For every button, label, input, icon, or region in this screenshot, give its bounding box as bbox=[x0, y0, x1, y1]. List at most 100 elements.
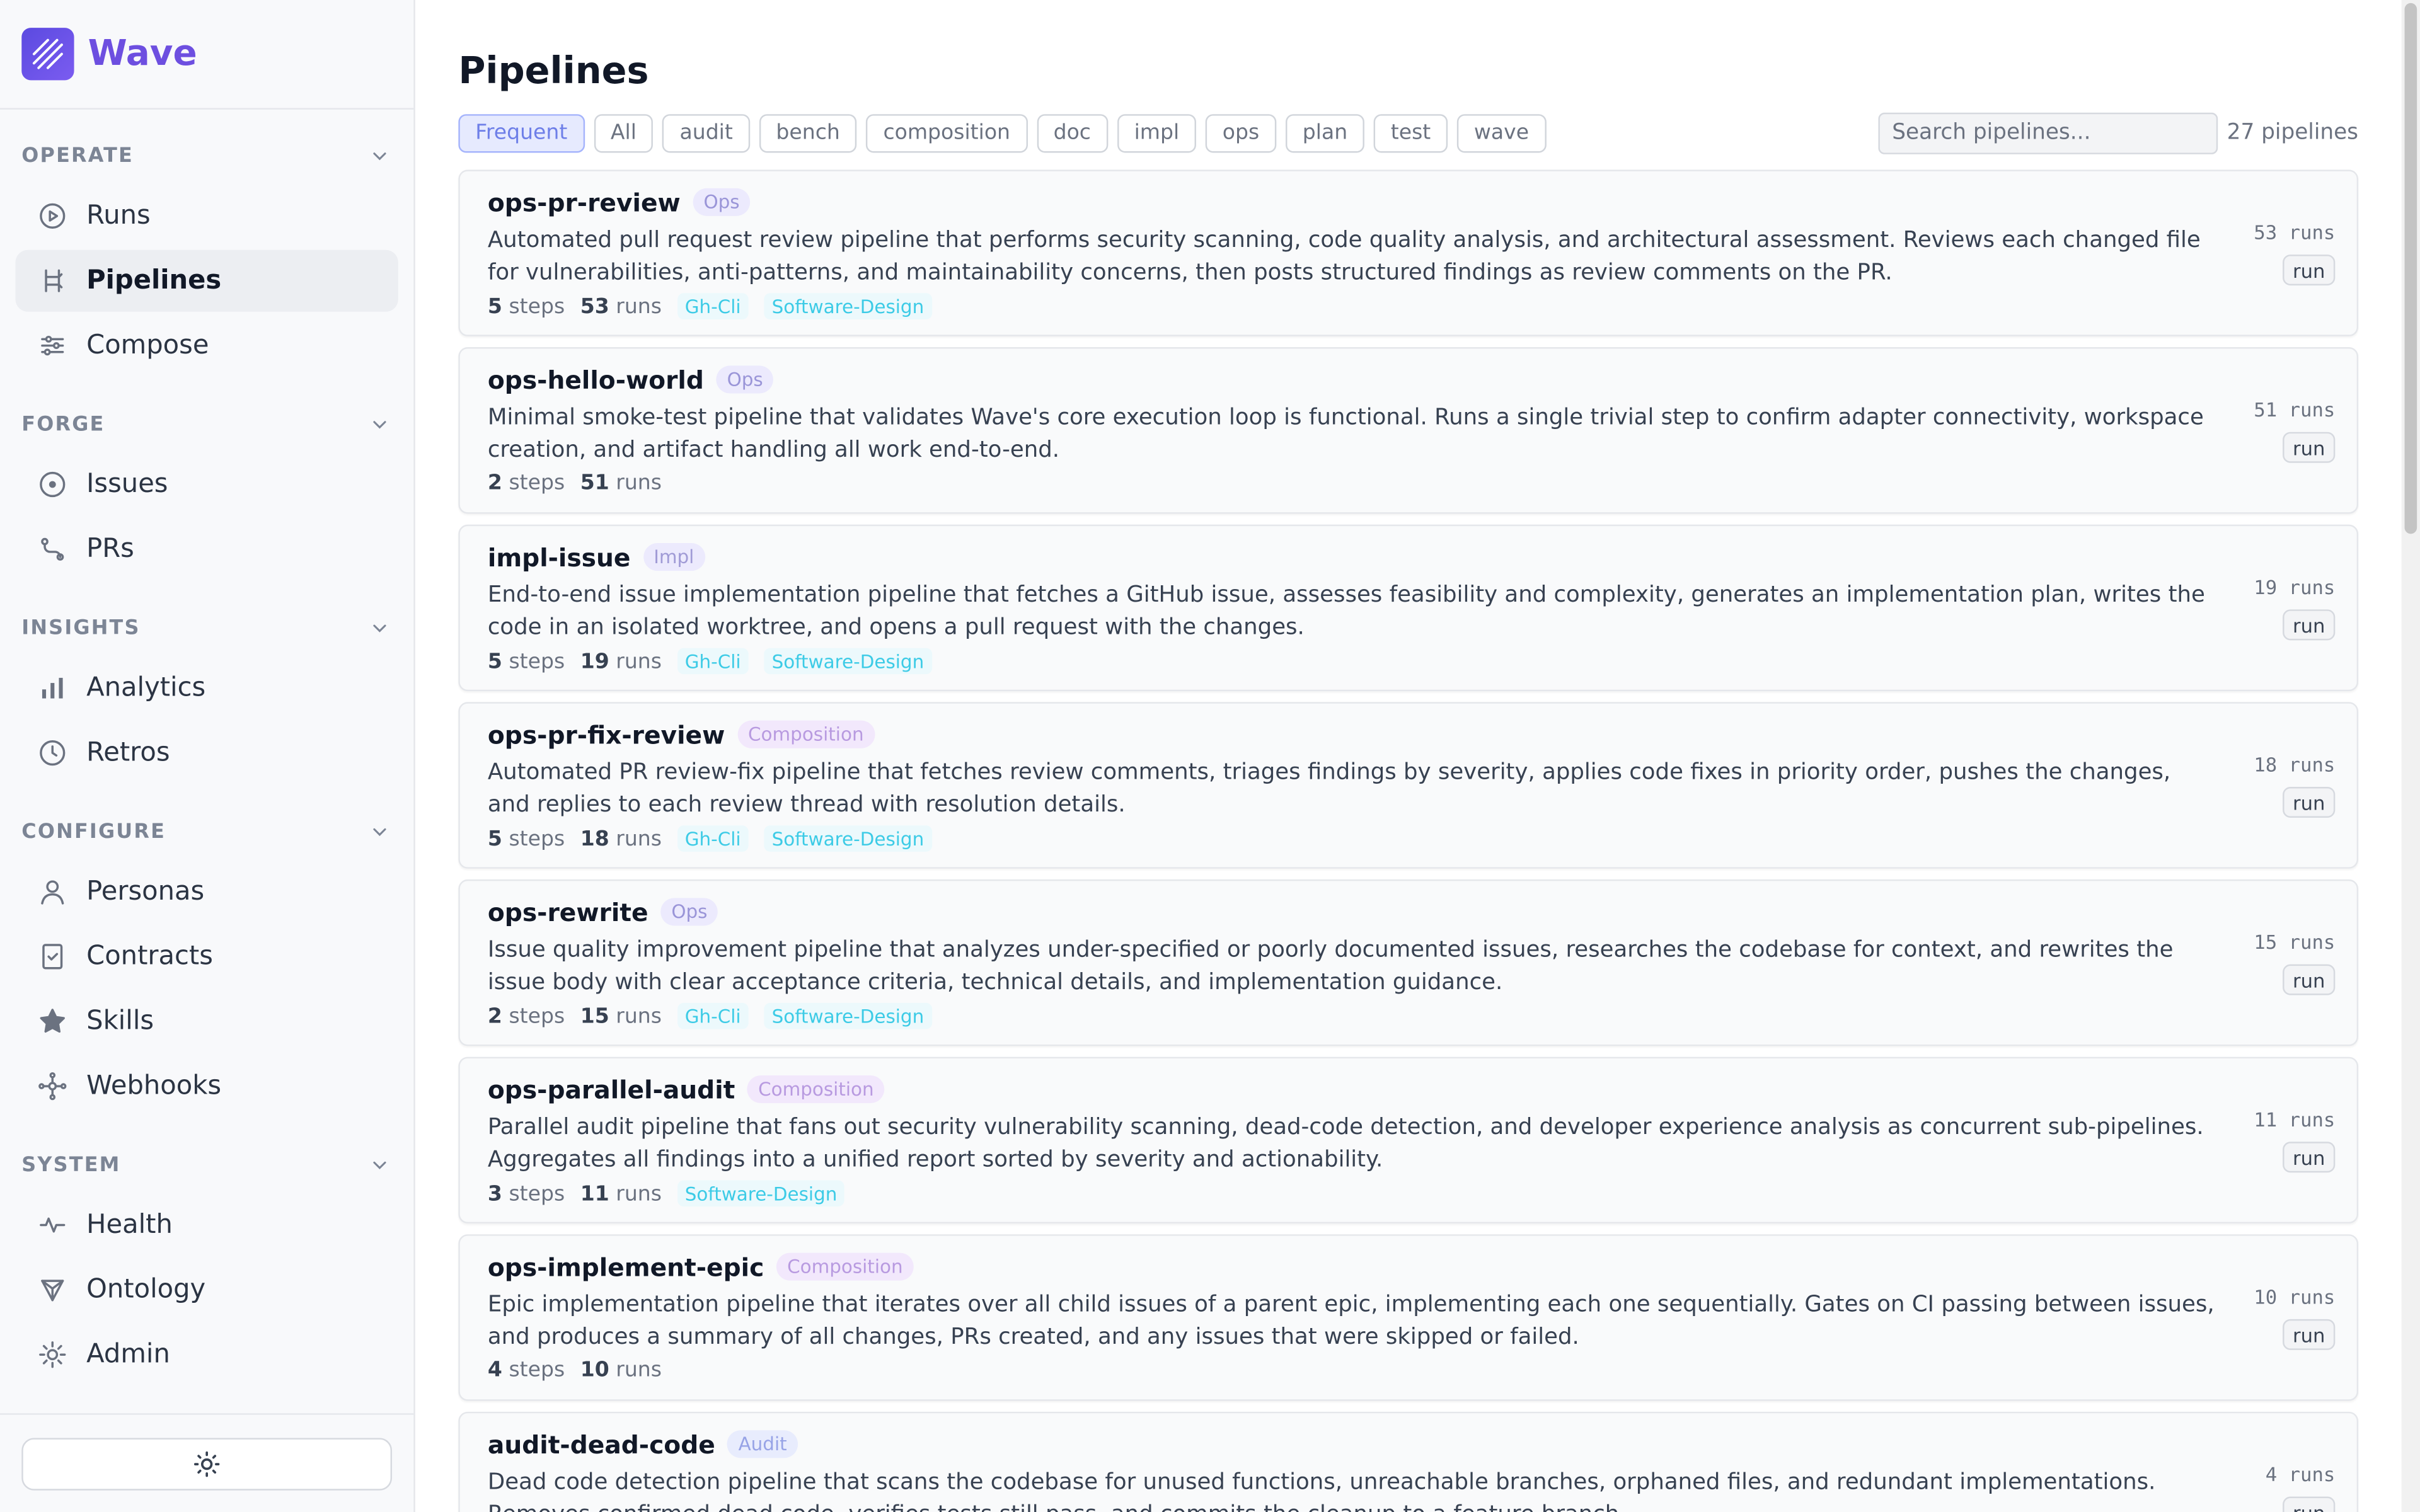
sidebar-item-issues[interactable]: Issues bbox=[15, 454, 398, 515]
filter-chip-doc[interactable]: doc bbox=[1036, 113, 1108, 152]
sidebar-item-health[interactable]: Health bbox=[15, 1194, 398, 1256]
pipeline-name[interactable]: ops-implement-epic bbox=[488, 1252, 764, 1281]
runs-total: 15 runs bbox=[580, 1004, 662, 1029]
run-button[interactable]: run bbox=[2283, 609, 2336, 641]
filter-chip-all[interactable]: All bbox=[593, 113, 654, 152]
steps-count: 5 steps bbox=[487, 826, 565, 851]
search-input[interactable] bbox=[1878, 112, 2218, 154]
page-title: Pipelines bbox=[458, 49, 649, 93]
filter-chip-wave[interactable]: wave bbox=[1456, 113, 1547, 152]
pipeline-description: Dead code detection pipeline that scans … bbox=[487, 1470, 2156, 1512]
filter-chip-composition[interactable]: composition bbox=[866, 113, 1027, 152]
section-title: INSIGHTS bbox=[21, 616, 141, 640]
pipeline-card[interactable]: ops-implement-epic Composition Epic impl… bbox=[458, 1234, 2359, 1401]
skill-tag: Gh-Cli bbox=[677, 648, 749, 675]
sidebar-item-personas[interactable]: Personas bbox=[15, 861, 398, 923]
skill-tag: Software-Design bbox=[764, 825, 932, 852]
user-icon bbox=[37, 876, 68, 907]
section-title: FORGE bbox=[21, 413, 105, 436]
pipeline-meta: 3 steps 11 runs Software-Design bbox=[488, 1180, 2218, 1207]
ontology-icon bbox=[37, 1274, 68, 1305]
sliders-icon bbox=[37, 330, 68, 361]
section-header-system[interactable]: SYSTEM bbox=[15, 1150, 398, 1181]
pipeline-name[interactable]: audit-dead-code bbox=[488, 1429, 715, 1459]
category-badge: Audit bbox=[727, 1430, 798, 1458]
scrollbar-thumb[interactable] bbox=[2404, 3, 2417, 534]
pipeline-meta: 2 steps 15 runs Gh-Cli Software-Design bbox=[488, 1002, 2218, 1029]
steps-count: 5 steps bbox=[487, 294, 565, 319]
pipeline-card[interactable]: audit-dead-code Audit Dead code detectio… bbox=[458, 1411, 2359, 1512]
sidebar-item-prs[interactable]: PRs bbox=[15, 518, 398, 580]
section-header-configure[interactable]: CONFIGURE bbox=[15, 816, 398, 847]
pipeline-name[interactable]: ops-pr-fix-review bbox=[488, 719, 725, 749]
category-badge: Ops bbox=[693, 188, 751, 216]
pipeline-description: Epic implementation pipeline that iterat… bbox=[487, 1293, 2215, 1350]
chevron-down-icon bbox=[373, 421, 386, 429]
run-button[interactable]: run bbox=[2283, 786, 2336, 818]
pipeline-card[interactable]: ops-pr-fix-review Composition Automated … bbox=[458, 702, 2359, 869]
toolbar: Frequent All audit bench composition doc impl o… bbox=[458, 112, 2358, 154]
run-button[interactable]: run bbox=[2283, 1319, 2336, 1350]
skill-tag: Gh-Cli bbox=[677, 825, 749, 852]
pipeline-name[interactable]: ops-parallel-audit bbox=[488, 1075, 735, 1104]
sidebar-item-label: Admin bbox=[86, 1339, 170, 1370]
filter-chip-test[interactable]: test bbox=[1373, 113, 1448, 152]
sidebar-item-compose[interactable]: Compose bbox=[15, 315, 398, 377]
theme-toggle-button[interactable] bbox=[21, 1437, 393, 1490]
filter-chip-impl[interactable]: impl bbox=[1117, 113, 1197, 152]
sidebar-item-admin[interactable]: Admin bbox=[15, 1324, 398, 1385]
bar-chart-icon bbox=[37, 673, 68, 704]
run-button[interactable]: run bbox=[2283, 432, 2336, 463]
sidebar-item-label: Contracts bbox=[86, 941, 213, 972]
pipeline-meta: 2 steps 51 runs bbox=[488, 471, 2218, 495]
sidebar-item-label: Skills bbox=[86, 1005, 154, 1037]
pipeline-description: Parallel audit pipeline that fans out se… bbox=[487, 1115, 2204, 1173]
sidebar-item-analytics[interactable]: Analytics bbox=[15, 657, 398, 719]
pipeline-meta: 5 steps 18 runs Gh-Cli Software-Design bbox=[488, 825, 2218, 852]
page-scrollbar[interactable] bbox=[2401, 0, 2420, 1512]
filter-chip-bench[interactable]: bench bbox=[759, 113, 857, 152]
sidebar-item-retros[interactable]: Retros bbox=[15, 722, 398, 784]
pipeline-name[interactable]: impl-issue bbox=[488, 542, 631, 572]
pipeline-card[interactable]: impl-issue Impl End-to-end issue impleme… bbox=[458, 524, 2359, 692]
skill-tag: Software-Design bbox=[764, 648, 932, 675]
filter-chip-ops[interactable]: ops bbox=[1205, 113, 1277, 152]
run-button[interactable]: run bbox=[2283, 255, 2336, 286]
pipeline-card[interactable]: ops-parallel-audit Composition Parallel … bbox=[458, 1057, 2359, 1224]
run-button[interactable]: run bbox=[2283, 964, 2336, 995]
section-title: CONFIGURE bbox=[21, 820, 166, 844]
runs-count: 19 runs bbox=[2254, 575, 2336, 599]
pipeline-description: Minimal smoke-test pipeline that validat… bbox=[487, 406, 2204, 463]
sidebar-item-label: Health bbox=[86, 1210, 173, 1240]
brand[interactable]: Wave bbox=[0, 0, 414, 110]
run-button[interactable]: run bbox=[2283, 1142, 2336, 1173]
steps-count: 2 steps bbox=[487, 470, 565, 496]
sidebar-item-label: Issues bbox=[86, 469, 168, 500]
sidebar-item-ontology[interactable]: Ontology bbox=[15, 1259, 398, 1320]
sidebar-item-runs[interactable]: Runs bbox=[15, 185, 398, 247]
sidebar-item-label: Personas bbox=[86, 876, 205, 908]
sidebar-item-skills[interactable]: Skills bbox=[15, 990, 398, 1052]
pipeline-name[interactable]: ops-pr-review bbox=[488, 188, 681, 217]
pipeline-name[interactable]: ops-hello-world bbox=[488, 365, 704, 394]
filter-chip-plan[interactable]: plan bbox=[1285, 113, 1365, 152]
wave-logo-icon bbox=[21, 28, 74, 81]
section-header-operate[interactable]: OPERATE bbox=[15, 140, 398, 171]
sidebar-item-pipelines[interactable]: Pipelines bbox=[15, 249, 398, 312]
runs-total: 53 runs bbox=[580, 294, 662, 319]
runs-count: 18 runs bbox=[2254, 753, 2336, 776]
sidebar-item-label: Runs bbox=[86, 200, 151, 232]
sidebar-item-label: Pipelines bbox=[86, 265, 222, 297]
section-header-insights[interactable]: INSIGHTS bbox=[15, 612, 398, 643]
pipeline-card[interactable]: ops-rewrite Ops Issue quality improvemen… bbox=[458, 879, 2359, 1046]
filter-chip-audit[interactable]: audit bbox=[662, 113, 750, 152]
run-button[interactable]: run bbox=[2283, 1496, 2336, 1512]
pipeline-card[interactable]: ops-pr-review Ops Automated pull request… bbox=[458, 169, 2359, 336]
pipeline-card[interactable]: ops-hello-world Ops Minimal smoke-test p… bbox=[458, 347, 2359, 514]
pipeline-name[interactable]: ops-rewrite bbox=[488, 897, 648, 927]
filter-chip-frequent[interactable]: Frequent bbox=[458, 113, 585, 152]
sidebar-item-webhooks[interactable]: Webhooks bbox=[15, 1055, 398, 1117]
section-header-forge[interactable]: FORGE bbox=[15, 409, 398, 440]
sidebar-item-contracts[interactable]: Contracts bbox=[15, 925, 398, 987]
skill-tag: Software-Design bbox=[764, 293, 932, 319]
